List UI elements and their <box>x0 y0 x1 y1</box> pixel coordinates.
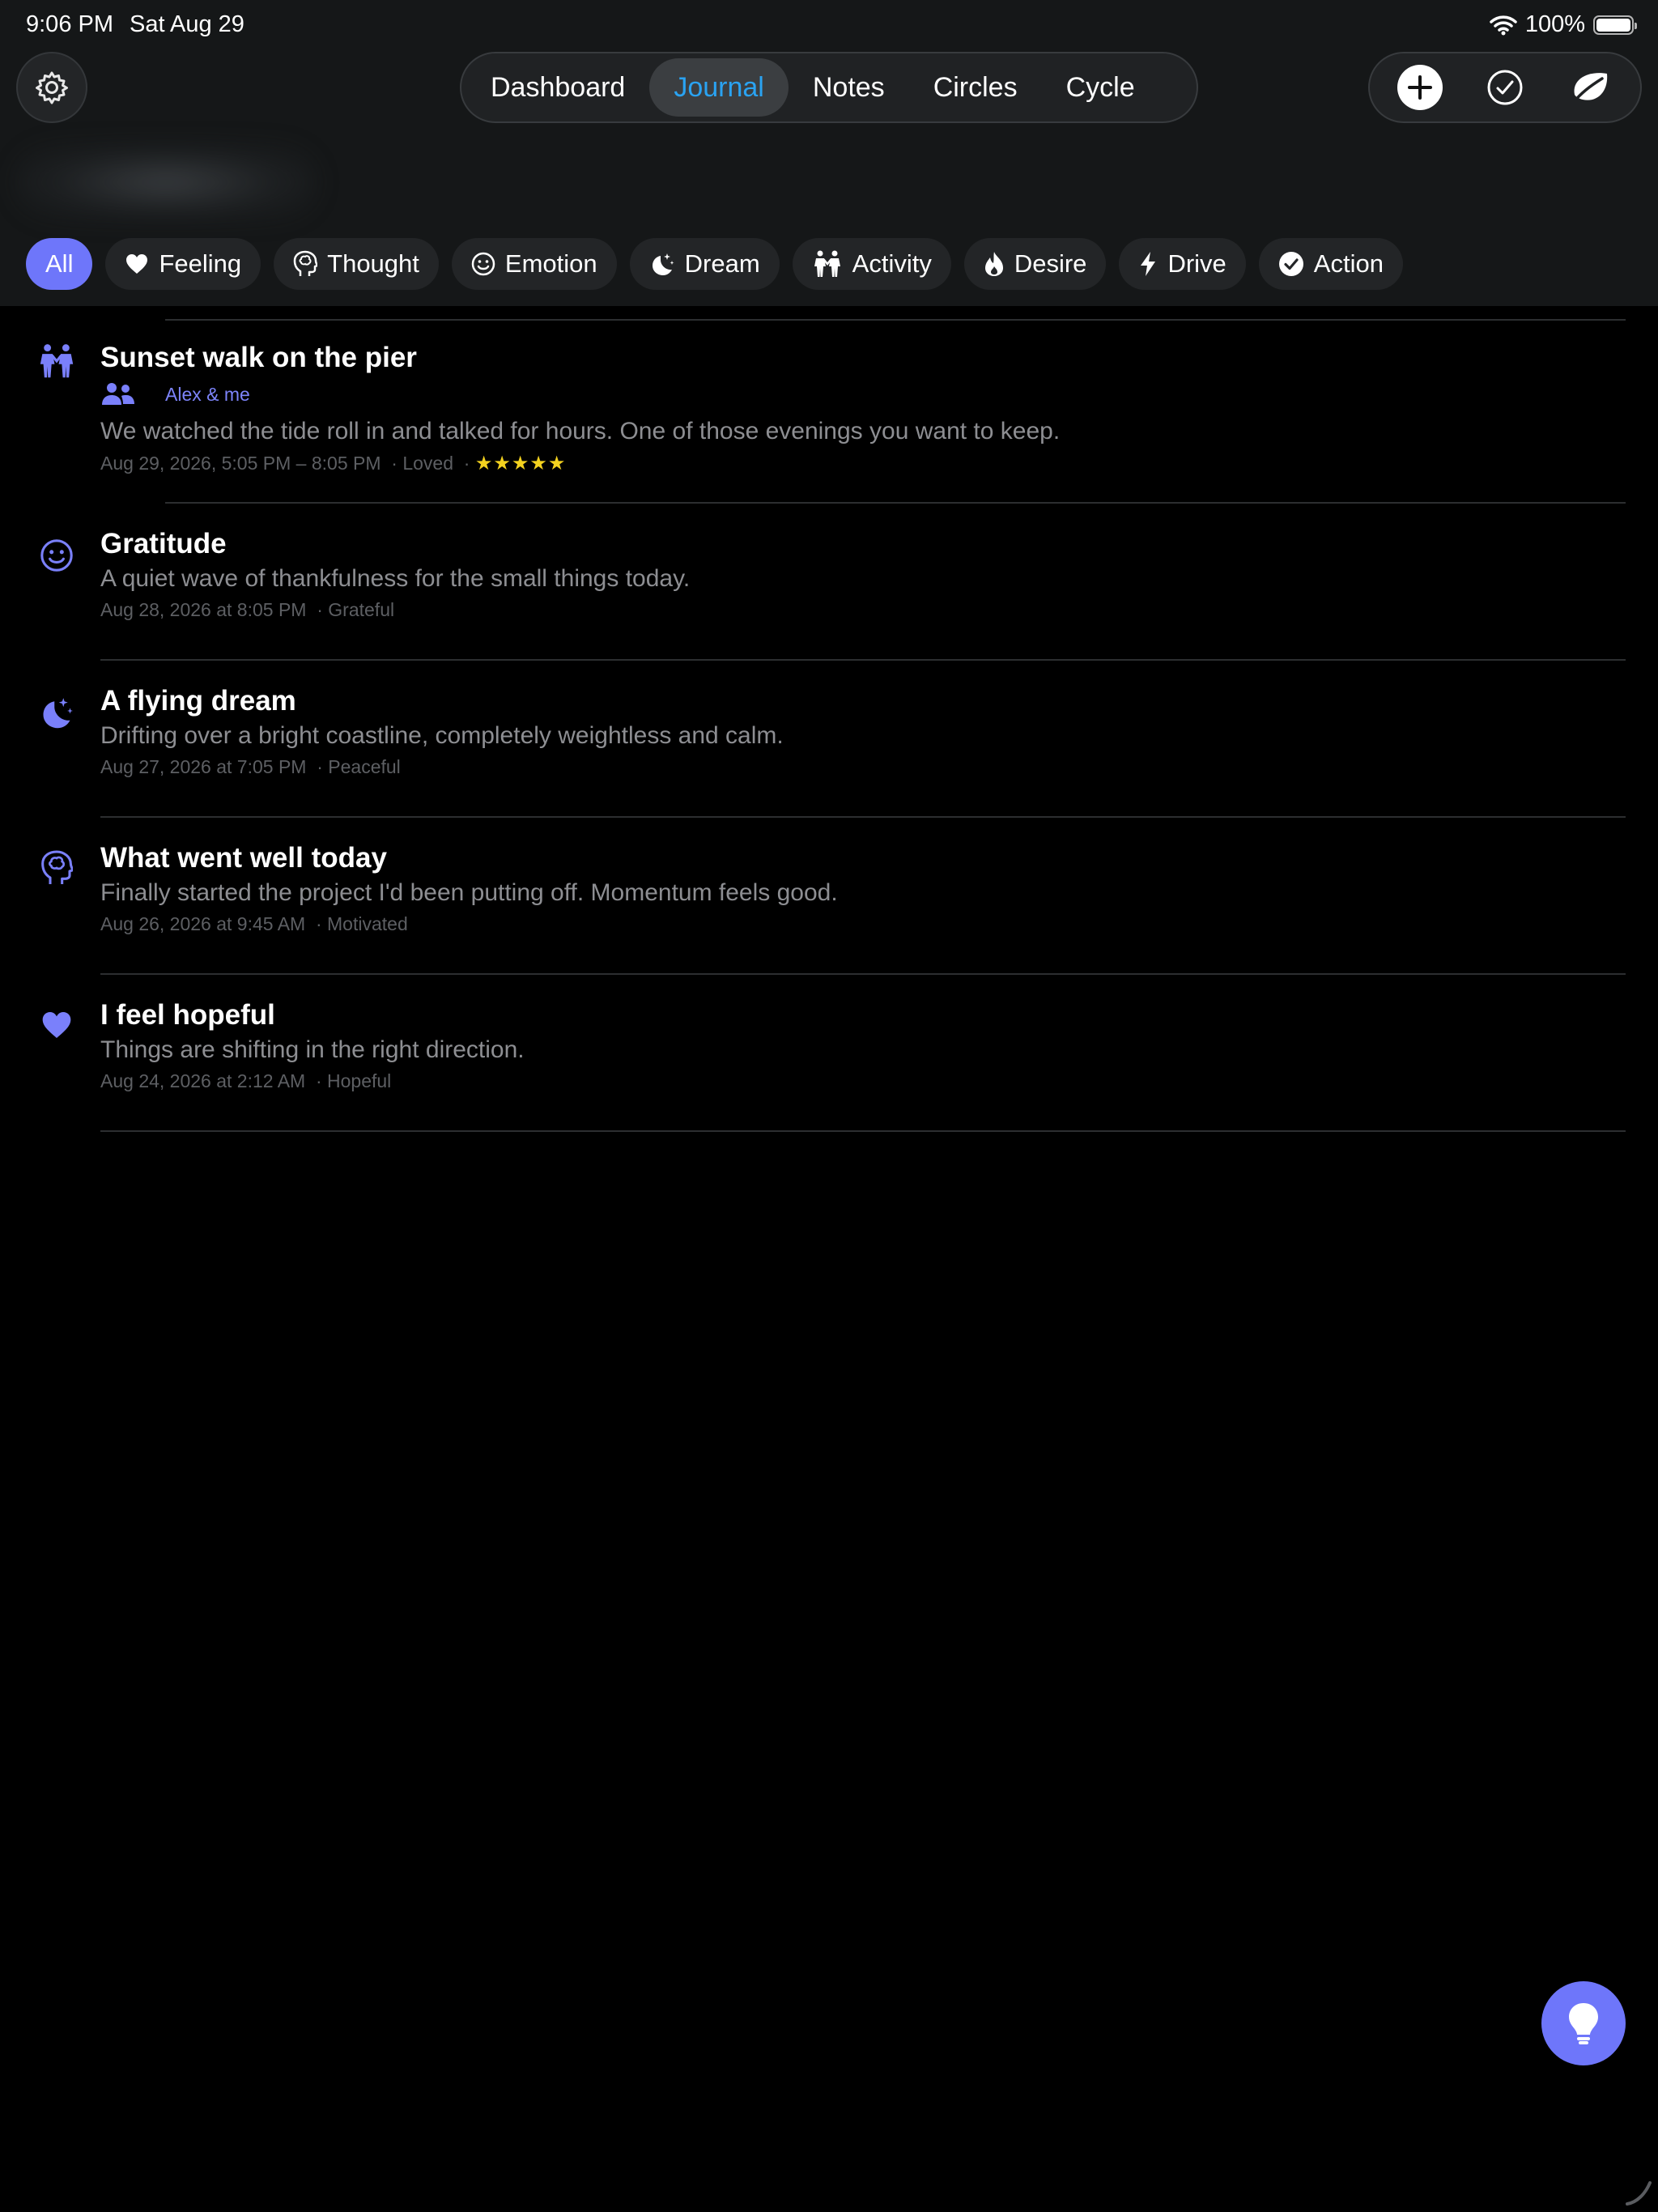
divider <box>100 816 1626 818</box>
two-people-icon <box>40 344 74 378</box>
tab-notes[interactable]: Notes <box>789 58 909 117</box>
filter-emotion[interactable]: Emotion <box>451 238 617 290</box>
divider <box>165 319 1626 321</box>
lightbulb-icon <box>1569 2003 1598 2044</box>
entry-title: A flying dream <box>100 685 296 717</box>
tab-cycle[interactable]: Cycle <box>1042 58 1159 117</box>
entry-type-icon <box>36 340 78 382</box>
gear-icon <box>36 71 68 104</box>
entry-meta: Aug 27, 2026 at 7:05 PM · Peaceful <box>100 756 401 777</box>
entry-title: I feel hopeful <box>100 999 275 1031</box>
filter-label: Emotion <box>504 249 597 278</box>
tab-circles[interactable]: Circles <box>909 58 1042 117</box>
status-bar: 9:06 PM Sat Aug 29 100% <box>0 0 1658 52</box>
leaf-icon <box>1571 73 1607 104</box>
plus-circle-icon <box>1397 65 1443 110</box>
divider <box>165 502 1626 504</box>
heart-icon <box>126 254 148 274</box>
filter-label: Activity <box>852 249 932 278</box>
filter-label: All <box>45 249 74 278</box>
battery-icon <box>1593 15 1637 35</box>
entry-meta: Aug 29, 2026, 5:05 PM – 8:05 PM · Loved … <box>100 452 566 475</box>
divider <box>100 973 1626 975</box>
brain-head-icon <box>293 250 318 276</box>
filter-all[interactable]: All <box>26 238 93 290</box>
smiley-icon <box>471 252 495 276</box>
entry-type-icon <box>36 847 78 889</box>
wifi-icon <box>1490 15 1517 35</box>
smiley-icon <box>40 539 73 572</box>
entry-type-icon <box>36 691 78 734</box>
filter-thought[interactable]: Thought <box>274 238 439 290</box>
status-right: 100% <box>1490 11 1637 38</box>
filter-label: Dream <box>684 249 760 278</box>
entry-title: What went well today <box>100 842 387 874</box>
entry-meta: Aug 26, 2026 at 9:45 AM · Motivated <box>100 913 408 934</box>
add-entry-button[interactable] <box>1394 62 1446 113</box>
settings-button[interactable] <box>16 52 87 123</box>
entry-body: Things are shifting in the right directi… <box>100 1036 525 1063</box>
leaf-button[interactable] <box>1564 62 1616 113</box>
pencil-stroke-icon <box>1626 2181 1652 2206</box>
filter-action[interactable]: Action <box>1258 238 1403 290</box>
journal-entry[interactable]: Sunset walk on the pier Alex & me We wat… <box>0 330 1658 484</box>
entry-title: Gratitude <box>100 528 227 559</box>
entry-companions: Alex & me <box>100 382 250 406</box>
rating-stars: ★★★★★ <box>474 453 567 474</box>
journal-entry[interactable]: A flying dream Drifting over a bright co… <box>0 672 1658 810</box>
blurred-title <box>16 146 316 219</box>
flame-icon <box>984 252 1003 276</box>
divider <box>100 1130 1626 1132</box>
journal-entry[interactable]: What went well today Finally started the… <box>0 829 1658 967</box>
entry-body: A quiet wave of thankfulness for the sma… <box>100 565 691 592</box>
moon-stars-icon <box>652 253 674 275</box>
entry-body: Drifting over a bright coastline, comple… <box>100 722 784 749</box>
quick-actions <box>1368 52 1642 123</box>
two-people-icon <box>814 250 840 277</box>
checkmark-circle-icon <box>1278 252 1303 276</box>
filter-drive[interactable]: Drive <box>1119 238 1246 290</box>
moon-stars-icon <box>43 698 73 729</box>
checkmark-circle-icon <box>1487 70 1523 105</box>
filter-dream[interactable]: Dream <box>629 238 780 290</box>
complete-button[interactable] <box>1479 62 1531 113</box>
journal-entry[interactable]: Gratitude A quiet wave of thankfulness f… <box>0 515 1658 653</box>
battery-percentage: 100% <box>1524 11 1585 37</box>
tab-journal[interactable]: Journal <box>649 58 789 117</box>
entry-body: Finally started the project I'd been put… <box>100 879 838 906</box>
filter-label: Thought <box>327 249 419 278</box>
filter-activity[interactable]: Activity <box>792 238 951 290</box>
people-icon <box>102 383 134 405</box>
divider <box>100 659 1626 661</box>
nav-tabs: Dashboard Journal Notes Circles Cycle <box>460 52 1198 123</box>
heart-icon <box>42 1012 71 1038</box>
filter-label: Drive <box>1167 249 1226 278</box>
entry-type-icon <box>36 1004 78 1046</box>
companions-label: Alex & me <box>165 383 250 405</box>
filter-label: Desire <box>1014 249 1087 278</box>
status-date: Sat Aug 29 <box>130 11 244 37</box>
filter-chips: All Feeling Thought Emotion Dream Activi… <box>26 238 1403 290</box>
insights-button[interactable] <box>1541 1981 1626 2065</box>
entry-meta: Aug 28, 2026 at 8:05 PM · Grateful <box>100 599 395 620</box>
filter-feeling[interactable]: Feeling <box>105 238 261 290</box>
brain-head-icon <box>41 850 73 884</box>
entry-body: We watched the tide roll in and talked f… <box>100 418 1061 445</box>
filter-desire[interactable]: Desire <box>963 238 1107 290</box>
filter-label: Feeling <box>159 249 242 278</box>
bolt-icon <box>1141 252 1156 276</box>
entry-meta: Aug 24, 2026 at 2:12 AM · Hopeful <box>100 1070 392 1091</box>
filter-label: Action <box>1313 249 1384 278</box>
entry-type-icon <box>36 534 78 576</box>
journal-entry[interactable]: I feel hopeful Things are shifting in th… <box>0 986 1658 1124</box>
tab-dashboard[interactable]: Dashboard <box>466 58 649 117</box>
status-time: 9:06 PM <box>26 11 113 37</box>
entry-meta-text: Aug 29, 2026, 5:05 PM – 8:05 PM · Loved … <box>100 453 475 474</box>
entry-title: Sunset walk on the pier <box>100 342 417 373</box>
